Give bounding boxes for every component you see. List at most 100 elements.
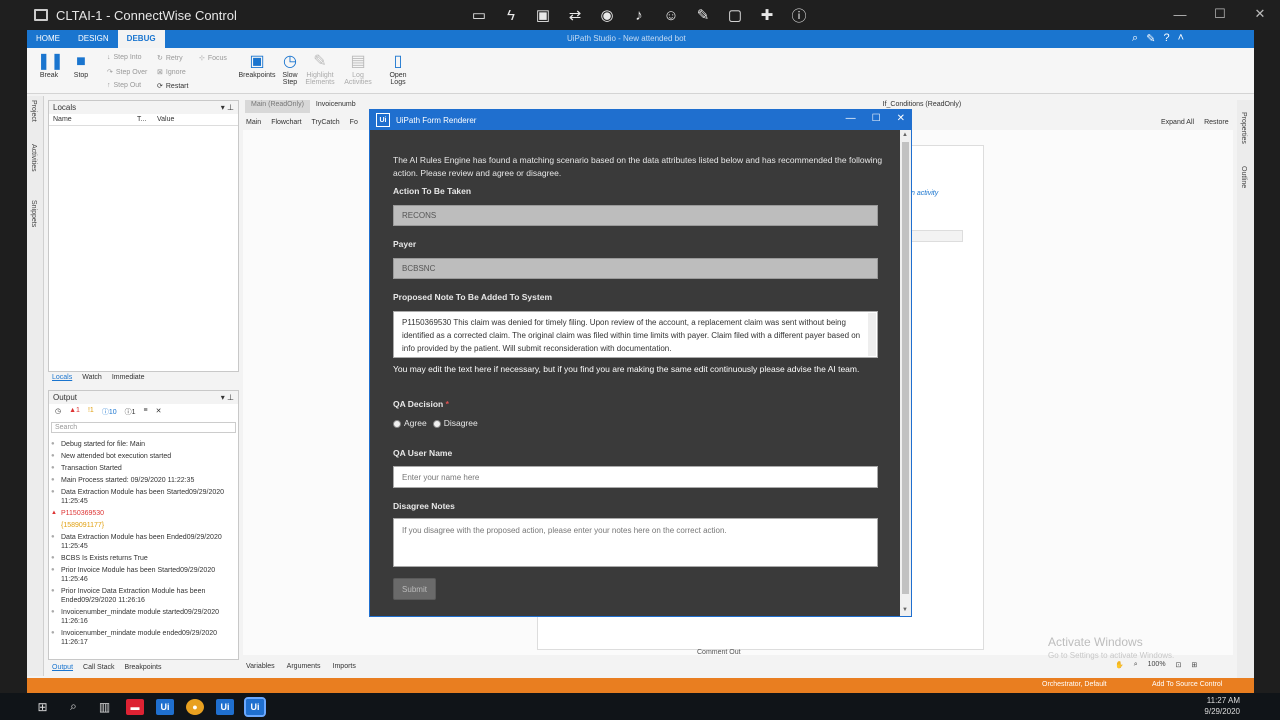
dialog-close-button[interactable]: ✕ <box>897 113 905 124</box>
notepad-icon[interactable]: ▥ <box>89 693 120 720</box>
zoom-icon[interactable]: ⌕ <box>1134 661 1138 669</box>
col-type[interactable]: T... <box>137 114 157 125</box>
breakpoints-button[interactable]: ▣ Breakpoints <box>237 52 277 79</box>
side-tab-project[interactable]: Project <box>30 100 37 122</box>
uipath-robot-icon[interactable]: Ui <box>244 696 266 717</box>
output-item[interactable]: Invoicenumber_mindate module started09/2… <box>48 608 238 626</box>
plus-icon[interactable]: ✚ <box>756 4 778 26</box>
scroll-up-icon[interactable]: ▲ <box>902 132 908 138</box>
lightning-icon[interactable]: ϟ <box>500 4 522 26</box>
crumb-trycatch[interactable]: TryCatch <box>312 119 340 126</box>
comment-out-activity[interactable]: Comment Out <box>697 649 741 656</box>
disagree-notes-textarea[interactable]: If you disagree with the proposed action… <box>393 518 878 567</box>
submit-button[interactable]: Submit <box>393 578 436 600</box>
restart-button[interactable]: ⟳ Restart <box>157 82 188 91</box>
output-item[interactable]: Transaction Started <box>48 464 238 473</box>
note-scrollbar[interactable] <box>868 313 876 356</box>
clear-icon[interactable]: ✕ <box>156 407 162 417</box>
crumb-fo[interactable]: Fo <box>350 119 358 126</box>
output-item[interactable]: Main Process started: 09/29/2020 11:22:3… <box>48 476 238 485</box>
info-icon[interactable]: ⓘ <box>788 4 810 26</box>
slow-step-button[interactable]: ◷ Slow Step <box>279 52 301 86</box>
proposed-note-textarea[interactable]: P1150369530 This claim was denied for ti… <box>393 311 878 358</box>
help-icon[interactable]: ? <box>1163 32 1169 45</box>
scroll-down-icon[interactable]: ▼ <box>902 607 908 613</box>
info-filter[interactable]: ⓘ10 <box>102 407 117 417</box>
output-item[interactable]: Prior Invoice Module has been Started09/… <box>48 566 238 584</box>
briefcase-icon[interactable]: ▣ <box>532 4 554 26</box>
start-icon[interactable]: ⊞ <box>27 693 58 720</box>
scroll-thumb[interactable] <box>902 142 909 594</box>
tab-home[interactable]: HOME <box>27 30 69 48</box>
clock-time[interactable]: 11:27 AM <box>1204 695 1240 706</box>
camera-icon[interactable]: ◉ <box>596 4 618 26</box>
error-filter[interactable]: ▲1 <box>69 407 80 417</box>
tab-watch[interactable]: Watch <box>82 374 102 381</box>
tab-design[interactable]: DESIGN <box>69 30 118 48</box>
side-tab-properties[interactable]: Properties <box>1240 112 1247 144</box>
output-item[interactable]: Prior Invoice Data Extraction Module has… <box>48 587 238 605</box>
pin-icon[interactable]: ▾ ⊥ <box>221 103 234 112</box>
output-item[interactable]: Data Extraction Module has been Started0… <box>48 488 238 506</box>
tab-breakpoints[interactable]: Breakpoints <box>125 664 162 671</box>
uipath-assistant-icon[interactable]: Ui <box>216 698 234 715</box>
tab-imports[interactable]: Imports <box>333 663 356 670</box>
step-over-button[interactable]: ↷ Step Over <box>107 68 147 77</box>
microphone-icon[interactable]: ♪ <box>628 4 650 26</box>
output-item[interactable]: Debug started for file: Main <box>48 440 238 449</box>
transfer-icon[interactable]: ⇄ <box>564 4 586 26</box>
expand-all-link[interactable]: Expand All <box>1161 119 1194 126</box>
users-icon[interactable]: ☺ <box>660 4 682 26</box>
log-activities-button[interactable]: ▤ Log Activities <box>341 52 375 86</box>
dialog-maximize-button[interactable]: ☐ <box>872 113 881 124</box>
tab-debug[interactable]: DEBUG <box>117 30 165 48</box>
doc-tab-invoicenumber[interactable]: Invoicenumb <box>310 100 362 113</box>
clock-icon[interactable]: ◷ <box>55 407 61 417</box>
crumb-main[interactable]: Main <box>246 119 261 126</box>
doc-tab-main[interactable]: Main (ReadOnly) <box>245 100 310 113</box>
crumb-flowchart[interactable]: Flowchart <box>271 119 301 126</box>
step-out-button[interactable]: ↑ Step Out <box>107 82 141 89</box>
chat-icon[interactable]: ▢ <box>724 4 746 26</box>
col-name[interactable]: Name <box>49 114 137 125</box>
output-pin-icon[interactable]: ▾ ⊥ <box>221 393 234 402</box>
open-logs-button[interactable]: ▯ Open Logs <box>385 52 411 86</box>
tab-call-stack[interactable]: Call Stack <box>83 664 115 671</box>
output-item[interactable]: {1589091177} <box>48 521 238 530</box>
uipath-studio-icon[interactable]: Ui <box>156 698 174 715</box>
pen-icon[interactable]: ✎ <box>692 4 714 26</box>
minimize-button[interactable]: — <box>1160 0 1200 28</box>
monitor-icon[interactable]: ▭ <box>468 4 490 26</box>
search-icon[interactable]: ⌕ <box>1132 32 1138 45</box>
stop-button[interactable]: ■ Stop <box>69 52 93 79</box>
maximize-button[interactable]: ☐ <box>1200 0 1240 28</box>
trace-filter[interactable]: ⓘ1 <box>125 407 136 417</box>
tab-locals[interactable]: Locals <box>52 374 72 381</box>
output-item[interactable]: BCBS Is Exists returns True <box>48 554 238 563</box>
output-item[interactable]: New attended bot execution started <box>48 452 238 461</box>
hand-icon[interactable]: ✋ <box>1115 661 1124 669</box>
side-tab-activities[interactable]: Activities <box>30 144 37 172</box>
break-button[interactable]: ❚❚ Break <box>37 52 64 79</box>
list-icon[interactable]: ≡ <box>144 407 148 417</box>
side-tab-snippets[interactable]: Snippets <box>30 200 37 227</box>
highlight-elements-button[interactable]: ✎ Highlight Elements <box>303 52 337 86</box>
side-tab-outline[interactable]: Outline <box>1240 166 1247 188</box>
chrome-icon[interactable]: ● <box>186 698 204 715</box>
clock-date[interactable]: 9/29/2020 <box>1204 706 1240 717</box>
search-icon[interactable]: ⌕ <box>58 693 89 720</box>
output-item[interactable]: P1150369530 <box>48 509 238 518</box>
output-item[interactable]: Invoicenumber_mindate module ended09/29/… <box>48 629 238 647</box>
zoom-level[interactable]: 100% <box>1148 661 1166 669</box>
restore-link[interactable]: Restore <box>1204 119 1229 126</box>
app-red-icon[interactable]: ▬ <box>126 698 144 715</box>
output-item[interactable]: Data Extraction Module has been Ended09/… <box>48 533 238 551</box>
orchestrator-status[interactable]: Orchestrator, Default <box>1042 681 1107 688</box>
overview-icon[interactable]: ⊞ <box>1191 661 1197 669</box>
disagree-option[interactable]: Disagree <box>432 418 478 428</box>
step-into-button[interactable]: ↓ Step Into <box>107 54 142 61</box>
tab-arguments[interactable]: Arguments <box>287 663 321 670</box>
tab-immediate[interactable]: Immediate <box>112 374 145 381</box>
agree-radio[interactable] <box>393 419 401 428</box>
warning-filter[interactable]: !1 <box>88 407 94 417</box>
